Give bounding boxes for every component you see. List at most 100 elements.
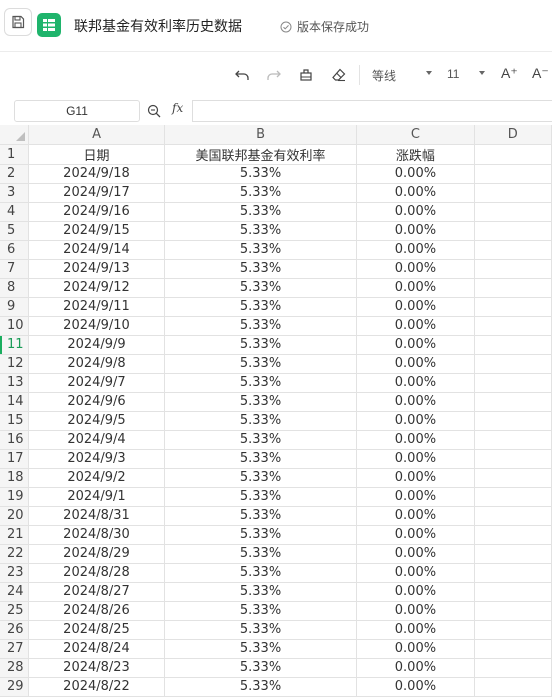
spreadsheet-logo-icon[interactable] bbox=[37, 13, 61, 37]
cell-b[interactable]: 5.33% bbox=[164, 335, 358, 355]
row-header[interactable]: 8 bbox=[0, 278, 30, 298]
cell-b[interactable]: 5.33% bbox=[164, 582, 358, 602]
row-header[interactable]: 25 bbox=[0, 601, 30, 621]
cell-b[interactable]: 5.33% bbox=[164, 601, 358, 621]
cell-d[interactable] bbox=[474, 354, 552, 374]
cell-b[interactable]: 5.33% bbox=[164, 487, 358, 507]
row-header[interactable]: 9 bbox=[0, 297, 30, 317]
cell-d[interactable] bbox=[474, 525, 552, 545]
row-header[interactable]: 2 bbox=[0, 164, 30, 184]
decrease-font-button[interactable]: A⁻ bbox=[532, 65, 549, 82]
row-header[interactable]: 14 bbox=[0, 392, 30, 412]
cell-b[interactable]: 5.33% bbox=[164, 411, 358, 431]
cell-b[interactable]: 5.33% bbox=[164, 506, 358, 526]
cell-c[interactable]: 0.00% bbox=[356, 392, 475, 412]
cell-d[interactable] bbox=[474, 620, 552, 640]
row-header[interactable]: 7 bbox=[0, 259, 30, 279]
cell-b[interactable]: 5.33% bbox=[164, 525, 358, 545]
cell-a[interactable]: 2024/9/6 bbox=[28, 392, 165, 412]
cell-c[interactable]: 涨跌幅 bbox=[356, 144, 475, 165]
cell-b[interactable]: 5.33% bbox=[164, 620, 358, 640]
cell-a[interactable]: 2024/9/11 bbox=[28, 297, 165, 317]
cell-d[interactable] bbox=[474, 221, 552, 241]
cell-d[interactable] bbox=[474, 658, 552, 678]
cell-d[interactable] bbox=[474, 468, 552, 488]
cell-a[interactable]: 2024/8/30 bbox=[28, 525, 165, 545]
row-header[interactable]: 18 bbox=[0, 468, 30, 488]
cell-b[interactable]: 5.33% bbox=[164, 639, 358, 659]
cell-b[interactable]: 5.33% bbox=[164, 449, 358, 469]
search-icon[interactable] bbox=[146, 103, 162, 119]
cell-b[interactable]: 美国联邦基金有效利率 bbox=[164, 144, 358, 165]
cell-b[interactable]: 5.33% bbox=[164, 316, 358, 336]
cell-a[interactable]: 2024/8/23 bbox=[28, 658, 165, 678]
cell-c[interactable]: 0.00% bbox=[356, 316, 475, 336]
font-family-select[interactable]: 等线 bbox=[372, 67, 396, 84]
cell-c[interactable]: 0.00% bbox=[356, 202, 475, 222]
cell-c[interactable]: 0.00% bbox=[356, 278, 475, 298]
row-header[interactable]: 19 bbox=[0, 487, 30, 507]
cell-b[interactable]: 5.33% bbox=[164, 259, 358, 279]
cell-a[interactable]: 2024/8/25 bbox=[28, 620, 165, 640]
cell-a[interactable]: 2024/9/4 bbox=[28, 430, 165, 450]
cell-c[interactable]: 0.00% bbox=[356, 620, 475, 640]
cell-a[interactable]: 2024/9/10 bbox=[28, 316, 165, 336]
row-header[interactable]: 3 bbox=[0, 183, 30, 203]
name-box[interactable]: G11 bbox=[14, 100, 140, 122]
cell-d[interactable] bbox=[474, 487, 552, 507]
row-header[interactable]: 17 bbox=[0, 449, 30, 469]
cell-a[interactable]: 2024/9/18 bbox=[28, 164, 165, 184]
cell-c[interactable]: 0.00% bbox=[356, 487, 475, 507]
save-button[interactable] bbox=[4, 8, 32, 36]
row-header[interactable]: 24 bbox=[0, 582, 30, 602]
cell-b[interactable]: 5.33% bbox=[164, 164, 358, 184]
cell-d[interactable] bbox=[474, 411, 552, 431]
clear-format-button[interactable] bbox=[329, 65, 349, 85]
cell-d[interactable] bbox=[474, 144, 552, 165]
cell-a[interactable]: 2024/9/5 bbox=[28, 411, 165, 431]
cell-a[interactable]: 2024/8/31 bbox=[28, 506, 165, 526]
font-size-select[interactable]: 11 bbox=[447, 67, 459, 81]
row-header[interactable]: 23 bbox=[0, 563, 30, 583]
cell-b[interactable]: 5.33% bbox=[164, 373, 358, 393]
cell-d[interactable] bbox=[474, 639, 552, 659]
cell-a[interactable]: 2024/8/26 bbox=[28, 601, 165, 621]
row-header[interactable]: 10 bbox=[0, 316, 30, 336]
cell-a[interactable]: 2024/9/3 bbox=[28, 449, 165, 469]
row-header[interactable]: 12 bbox=[0, 354, 30, 374]
cell-b[interactable]: 5.33% bbox=[164, 278, 358, 298]
column-header-b[interactable]: B bbox=[164, 125, 358, 145]
select-all-corner[interactable] bbox=[0, 125, 30, 145]
undo-button[interactable] bbox=[232, 65, 252, 85]
row-header[interactable]: 26 bbox=[0, 620, 30, 640]
cell-b[interactable]: 5.33% bbox=[164, 563, 358, 583]
cell-a[interactable]: 2024/9/12 bbox=[28, 278, 165, 298]
cell-b[interactable]: 5.33% bbox=[164, 468, 358, 488]
row-header[interactable]: 20 bbox=[0, 506, 30, 526]
cell-c[interactable]: 0.00% bbox=[356, 259, 475, 279]
cell-b[interactable]: 5.33% bbox=[164, 658, 358, 678]
cell-c[interactable]: 0.00% bbox=[356, 658, 475, 678]
cell-d[interactable] bbox=[474, 544, 552, 564]
cell-d[interactable] bbox=[474, 677, 552, 697]
cell-c[interactable]: 0.00% bbox=[356, 164, 475, 184]
cell-b[interactable]: 5.33% bbox=[164, 240, 358, 260]
cell-a[interactable]: 2024/9/17 bbox=[28, 183, 165, 203]
row-header[interactable]: 27 bbox=[0, 639, 30, 659]
cell-a[interactable]: 2024/8/29 bbox=[28, 544, 165, 564]
row-header[interactable]: 21 bbox=[0, 525, 30, 545]
cell-d[interactable] bbox=[474, 601, 552, 621]
cell-c[interactable]: 0.00% bbox=[356, 468, 475, 488]
function-icon[interactable]: fx bbox=[172, 101, 183, 115]
cell-c[interactable]: 0.00% bbox=[356, 335, 475, 355]
redo-button[interactable] bbox=[264, 65, 284, 85]
cell-a[interactable]: 2024/9/1 bbox=[28, 487, 165, 507]
cell-c[interactable]: 0.00% bbox=[356, 563, 475, 583]
cell-d[interactable] bbox=[474, 240, 552, 260]
cell-d[interactable] bbox=[474, 449, 552, 469]
cell-a[interactable]: 2024/8/22 bbox=[28, 677, 165, 697]
cell-b[interactable]: 5.33% bbox=[164, 430, 358, 450]
cell-b[interactable]: 5.33% bbox=[164, 202, 358, 222]
row-header[interactable]: 5 bbox=[0, 221, 30, 241]
cell-c[interactable]: 0.00% bbox=[356, 639, 475, 659]
